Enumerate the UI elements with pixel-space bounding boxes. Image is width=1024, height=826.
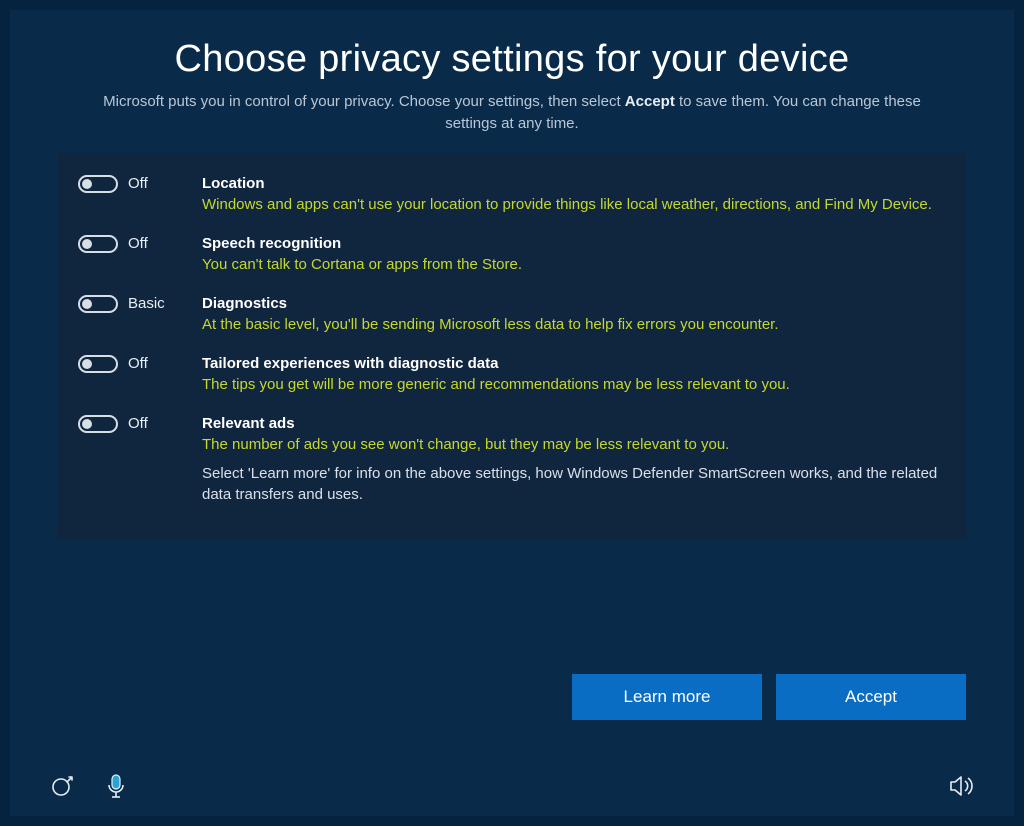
- toggle-group: Off: [78, 355, 188, 373]
- setting-text: Diagnostics At the basic level, you'll b…: [202, 295, 946, 335]
- setting-title: Relevant ads: [202, 415, 946, 432]
- toggle-state-label: Off: [128, 355, 148, 372]
- tailored-toggle[interactable]: [78, 355, 118, 373]
- subtitle-accept-word: Accept: [625, 93, 675, 110]
- learn-more-button[interactable]: Learn more: [572, 674, 762, 720]
- setting-title: Tailored experiences with diagnostic dat…: [202, 355, 946, 372]
- setting-desc: The number of ads you see won't change, …: [202, 434, 946, 455]
- setting-row-ads: Off Relevant ads The number of ads you s…: [78, 409, 946, 521]
- bottom-bar-left: [48, 772, 130, 800]
- setting-text: Location Windows and apps can't use your…: [202, 175, 946, 215]
- toggle-knob: [82, 179, 92, 189]
- ads-toggle[interactable]: [78, 415, 118, 433]
- toggle-knob: [82, 239, 92, 249]
- setting-title: Speech recognition: [202, 235, 946, 252]
- button-bar: Learn more Accept: [572, 674, 966, 720]
- page-title: Choose privacy settings for your device: [58, 38, 966, 81]
- toggle-state-label: Off: [128, 415, 148, 432]
- setting-desc: At the basic level, you'll be sending Mi…: [202, 314, 946, 335]
- subtitle-pre: Microsoft puts you in control of your pr…: [103, 93, 625, 110]
- toggle-knob: [82, 299, 92, 309]
- setting-desc: Windows and apps can't use your location…: [202, 194, 946, 215]
- toggle-group: Off: [78, 415, 188, 433]
- setting-desc: You can't talk to Cortana or apps from t…: [202, 254, 946, 275]
- bottom-bar-right: [948, 772, 976, 800]
- setting-title: Diagnostics: [202, 295, 946, 312]
- setting-text: Tailored experiences with diagnostic dat…: [202, 355, 946, 395]
- bottom-bar: [10, 756, 1014, 816]
- setting-desc: The tips you get will be more generic an…: [202, 374, 946, 395]
- toggle-knob: [82, 419, 92, 429]
- setting-row-tailored: Off Tailored experiences with diagnostic…: [78, 349, 946, 409]
- cortana-mic-icon[interactable]: [102, 772, 130, 800]
- page-subtitle: Microsoft puts you in control of your pr…: [77, 91, 947, 135]
- setting-text: Relevant ads The number of ads you see w…: [202, 415, 946, 507]
- diagnostics-toggle[interactable]: [78, 295, 118, 313]
- content-area: Choose privacy settings for your device …: [10, 10, 1014, 540]
- speech-toggle[interactable]: [78, 235, 118, 253]
- location-toggle[interactable]: [78, 175, 118, 193]
- toggle-state-label: Off: [128, 175, 148, 192]
- setting-row-location: Off Location Windows and apps can't use …: [78, 169, 946, 229]
- setting-title: Location: [202, 175, 946, 192]
- setting-row-speech: Off Speech recognition You can't talk to…: [78, 229, 946, 289]
- toggle-knob: [82, 359, 92, 369]
- accept-button[interactable]: Accept: [776, 674, 966, 720]
- toggle-group: Off: [78, 235, 188, 253]
- setting-row-diagnostics: Basic Diagnostics At the basic level, yo…: [78, 289, 946, 349]
- toggle-state-label: Off: [128, 235, 148, 252]
- volume-icon[interactable]: [948, 772, 976, 800]
- oobe-privacy-screen: Choose privacy settings for your device …: [0, 0, 1024, 826]
- panel-footer-note: Select 'Learn more' for info on the abov…: [202, 463, 946, 507]
- toggle-group: Basic: [78, 295, 188, 313]
- toggle-group: Off: [78, 175, 188, 193]
- ease-of-access-icon[interactable]: [48, 772, 76, 800]
- settings-panel: Off Location Windows and apps can't use …: [58, 153, 966, 541]
- setting-text: Speech recognition You can't talk to Cor…: [202, 235, 946, 275]
- toggle-state-label: Basic: [128, 295, 165, 312]
